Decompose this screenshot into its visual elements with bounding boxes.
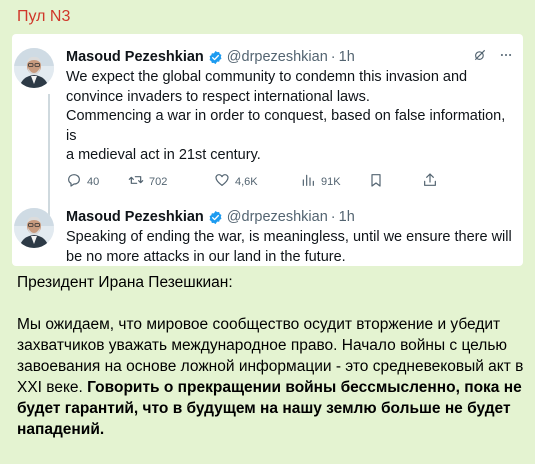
author-name[interactable]: Masoud Pezeshkian: [66, 49, 204, 65]
tweet-line: convince invaders to respect internation…: [66, 88, 370, 105]
tweet-text: We expect the global community to condem…: [66, 68, 516, 166]
author-name[interactable]: Masoud Pezeshkian: [66, 209, 204, 225]
verified-badge-icon: [208, 210, 223, 225]
timestamp[interactable]: 1h: [339, 49, 355, 65]
author-handle[interactable]: @drpezeshkian: [227, 209, 328, 225]
views-button[interactable]: 91K: [300, 172, 368, 191]
thread-connector-line: [48, 94, 50, 234]
tweet-line: Speaking of ending the war, is meaningle…: [66, 229, 512, 245]
like-count: 4,6K: [235, 175, 258, 188]
timestamp[interactable]: 1h: [339, 209, 355, 225]
tweet-line: a medieval act in 21st century.: [66, 147, 261, 163]
like-icon: [214, 172, 230, 191]
message-body: Мы ожидаем, что мировое сообщество осуди…: [17, 314, 527, 440]
verified-badge-icon: [208, 50, 223, 65]
separator-dot: ·: [330, 49, 336, 65]
avatar: [14, 48, 54, 88]
tweet-line: Commencing a war in order to conquest, b…: [66, 108, 506, 144]
separator-dot: ·: [330, 209, 336, 225]
retweet-icon: [128, 172, 144, 191]
tweet-screenshot-card: Masoud Pezeshkian @drpezeshkian · 1h We …: [12, 34, 523, 266]
share-icon: [422, 172, 438, 191]
tweet-line: be no more attacks in our land in the fu…: [66, 248, 346, 265]
bookmark-icon: [368, 172, 384, 191]
channel-title[interactable]: Пул N3: [17, 8, 70, 26]
message-bold-text: Говорить о прекращении войны бессмысленн…: [17, 379, 522, 438]
share-button[interactable]: [422, 172, 438, 191]
message-text: Президент Ирана Пезешкиан: Мы ожидаем, ч…: [17, 272, 527, 461]
grok-icon[interactable]: [473, 48, 487, 67]
bookmark-button[interactable]: [368, 172, 422, 191]
views-count: 91K: [321, 175, 341, 188]
retweet-count: 702: [149, 175, 168, 188]
tweet-line: We expect the global community to condem…: [66, 69, 468, 85]
reply-count: 40: [87, 175, 100, 188]
views-icon: [300, 172, 316, 191]
message-heading: Президент Ирана Пезешкиан:: [17, 274, 233, 291]
avatar: [14, 208, 54, 248]
retweet-button[interactable]: 702: [128, 172, 214, 191]
like-button[interactable]: 4,6K: [214, 172, 300, 191]
tweet-text: Speaking of ending the war, is meaningle…: [66, 228, 516, 267]
tweet-actions: 40 702 4,6K 91K: [66, 172, 486, 191]
author-handle[interactable]: @drpezeshkian: [227, 49, 328, 65]
reply-icon: [66, 172, 82, 191]
reply-button[interactable]: 40: [66, 172, 128, 191]
more-icon[interactable]: [499, 48, 513, 67]
